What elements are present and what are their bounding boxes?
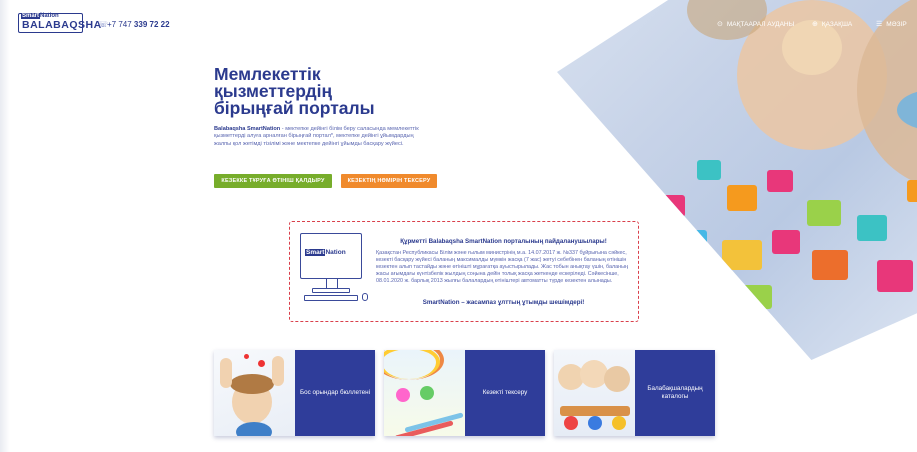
toy-block [767, 170, 793, 192]
card-image [554, 350, 635, 436]
check-queue-button[interactable]: КЕЗЕКТІҢ НӨМІРІН ТЕКСЕРУ [341, 174, 437, 188]
nav-language[interactable]: ⊕ ҚАЗАҚША [812, 21, 852, 29]
child-face [604, 366, 630, 392]
monitor-brand: SmartNation [305, 249, 346, 256]
brand-logo[interactable]: SmartNation BALABAQSHA [18, 13, 101, 33]
mouse-icon [362, 293, 368, 301]
child-arm [272, 356, 284, 386]
child-hair [230, 374, 274, 394]
toy-block [742, 285, 772, 309]
page-title: Мемлекеттік қызметтердің бірыңғай портал… [214, 65, 414, 118]
notice-body: Қазақстан Республикасы Білім және ғылым … [376, 250, 628, 284]
logo-wordmark: BALABAQSHA [22, 19, 102, 31]
toy-block [877, 260, 913, 292]
child-shirt [236, 422, 272, 436]
toy-wheel [564, 416, 578, 430]
drawn-person [396, 388, 410, 402]
toy-block [657, 195, 685, 217]
nav-menu[interactable]: ☰ МӘЗІР [876, 21, 907, 29]
toy-block [722, 240, 762, 270]
drawn-person [420, 386, 434, 400]
notice-title: Құрметті Balabaqsha SmartNation порталын… [400, 238, 607, 245]
toy-block [772, 230, 800, 254]
card-label: Бос орындар бюллетені [300, 389, 370, 396]
left-shadow [0, 0, 10, 452]
card-vacancies[interactable]: Бос орындар бюллетені [214, 350, 375, 436]
keyboard-icon [304, 295, 358, 301]
phone-prefix: +7 747 [107, 20, 134, 29]
card-image [214, 350, 295, 436]
computer-monitor-icon: SmartNation [300, 233, 362, 279]
nav-region-label: МАҚТААРАЛ АУДАНЫ [726, 21, 795, 28]
toy-wheel [588, 416, 602, 430]
hero-description: Balabaqsha SmartNation - мектепке дейінг… [214, 126, 429, 148]
phone-main: 339 72 22 [133, 20, 170, 29]
globe-icon: ⊕ [812, 21, 818, 28]
monitor-stand [326, 279, 338, 288]
card-image [384, 350, 465, 436]
title-line: бірыңғай порталы [214, 98, 375, 118]
toy-block [697, 160, 721, 180]
toy-block [807, 200, 841, 226]
apply-queue-button[interactable]: КЕЗЕККЕ ТҰРУҒА ӨТІНІШ ҚАЛДЫРУ [214, 174, 332, 188]
nav-region[interactable]: ⊙ МАҚТААРАЛ АУДАНЫ [717, 21, 794, 29]
location-pin-icon: ⊙ [717, 21, 723, 28]
card-catalog[interactable]: Балабақшалардың каталогы [554, 350, 715, 436]
page: SmartNation BALABAQSHA ☏+7 747 339 72 22… [0, 0, 917, 452]
card-label: Кезекті тексеру [482, 389, 528, 396]
notice-box: SmartNation Құрметті Balabaqsha SmartNat… [289, 221, 639, 322]
nav-menu-label: МӘЗІР [886, 21, 907, 28]
desc-brand: Balabaqsha SmartNation [214, 126, 281, 132]
phone-icon: ☏ [98, 20, 109, 29]
toy-block [907, 180, 917, 202]
toy-block [812, 250, 848, 280]
toy-train [560, 406, 630, 416]
child-arm [220, 358, 232, 388]
toy-wheel [612, 416, 626, 430]
card-label: Балабақшалардың каталогы [647, 385, 703, 400]
confetti [244, 354, 249, 359]
nav-language-label: ҚАЗАҚША [821, 21, 853, 28]
toy-block [677, 230, 707, 254]
notice-footer: SmartNation – жасампаз ұлттың ұтымды шеш… [422, 299, 585, 306]
toy-block [727, 185, 757, 211]
phone-number[interactable]: ☏+7 747 339 72 22 [98, 20, 170, 30]
monitor-base [312, 288, 350, 293]
menu-icon: ☰ [876, 21, 883, 28]
card-check-queue[interactable]: Кезекті тексеру [384, 350, 545, 436]
confetti [258, 360, 265, 367]
toy-block [857, 215, 887, 241]
